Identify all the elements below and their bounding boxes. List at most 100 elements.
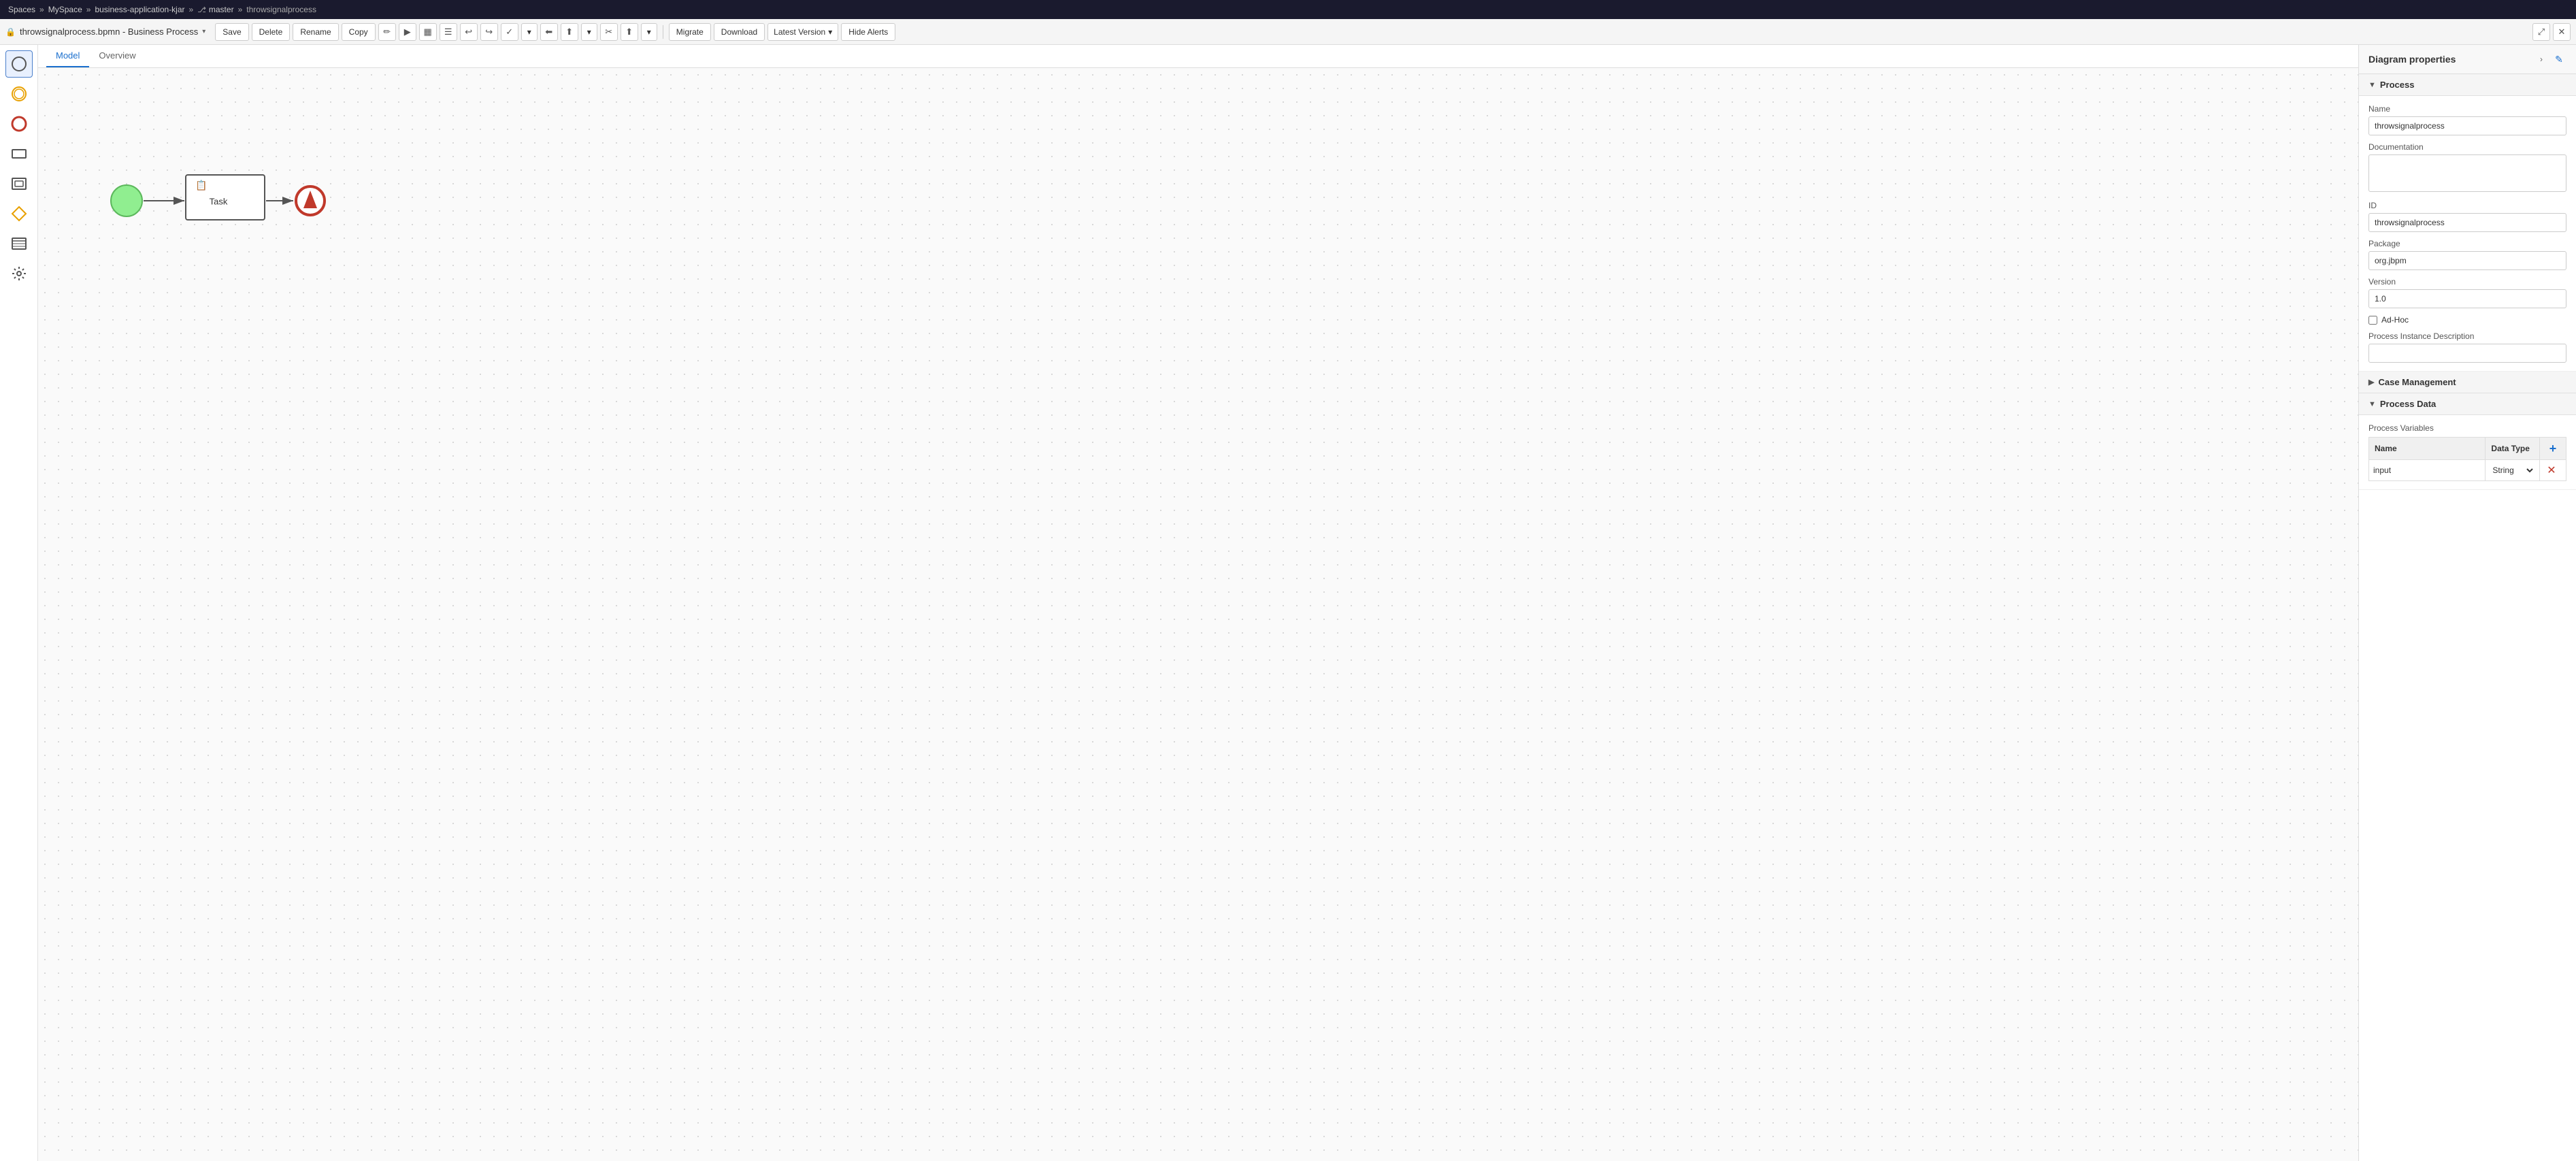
- end-event[interactable]: [293, 184, 327, 218]
- download-button[interactable]: Download: [714, 23, 765, 41]
- id-input[interactable]: [2368, 213, 2566, 232]
- name-input[interactable]: [2368, 116, 2566, 135]
- add-variable-btn[interactable]: +: [2545, 441, 2560, 456]
- canvas-svg: [38, 68, 2358, 1161]
- more-dropdown-btn[interactable]: ▾: [641, 23, 657, 41]
- version-label: Version: [2368, 277, 2566, 287]
- data-tool[interactable]: [5, 230, 33, 257]
- pv-name-cell: [2369, 460, 2486, 481]
- process-variables-table: Name Data Type + String: [2368, 437, 2566, 481]
- documentation-textarea[interactable]: [2368, 154, 2566, 192]
- pv-type-cell: String Integer Boolean Float Object: [2486, 460, 2540, 481]
- pencil-icon-btn[interactable]: ✏: [378, 23, 396, 41]
- tabs-bar: Model Overview: [38, 45, 2358, 68]
- process-variables-label: Process Variables: [2368, 423, 2566, 433]
- nav-current: throwsignalprocess: [246, 5, 316, 14]
- documentation-label: Documentation: [2368, 142, 2566, 152]
- case-management-section-header[interactable]: ▶ Case Management: [2359, 372, 2576, 393]
- copy-button[interactable]: Copy: [342, 23, 376, 41]
- check-icon-btn[interactable]: ✓: [501, 23, 518, 41]
- forward-icon-btn[interactable]: ⬆: [561, 23, 578, 41]
- main-layout: Model Overview: [0, 45, 2576, 1161]
- start-event[interactable]: [110, 184, 144, 218]
- back-icon-btn[interactable]: ⬅: [540, 23, 558, 41]
- bpmn-canvas[interactable]: 📋 Task: [38, 68, 2358, 1161]
- rename-button[interactable]: Rename: [293, 23, 338, 41]
- nav-project[interactable]: business-application-kjar: [95, 5, 184, 14]
- panel-header: Diagram properties › ✎: [2359, 45, 2576, 74]
- latest-version-arrow: ▾: [828, 27, 832, 37]
- close-icon-btn[interactable]: ✕: [2553, 23, 2571, 41]
- process-data-section-header[interactable]: ▼ Process Data: [2359, 393, 2576, 415]
- svg-text:📋: 📋: [195, 180, 207, 191]
- left-sidebar: [0, 45, 38, 1161]
- latest-version-btn[interactable]: Latest Version ▾: [767, 23, 838, 41]
- pv-type-select[interactable]: String Integer Boolean Float Object: [2490, 465, 2535, 476]
- adhoc-label: Ad-Hoc: [2381, 315, 2409, 325]
- toolbar: 🔒 throwsignalprocess.bpmn - Business Pro…: [0, 19, 2576, 45]
- process-instance-desc-input[interactable]: [2368, 344, 2566, 363]
- name-label: Name: [2368, 104, 2566, 114]
- tab-overview[interactable]: Overview: [89, 45, 145, 67]
- id-label: ID: [2368, 201, 2566, 210]
- save-button[interactable]: Save: [215, 23, 248, 41]
- process-section-label: Process: [2380, 80, 2415, 90]
- canvas-area: Model Overview: [38, 45, 2358, 1161]
- subprocess-tool[interactable]: [5, 170, 33, 197]
- migrate-button[interactable]: Migrate: [669, 23, 711, 41]
- process-chevron: ▼: [2368, 81, 2376, 89]
- adhoc-row: Ad-Hoc: [2368, 315, 2566, 325]
- latest-version-label: Latest Version: [774, 27, 825, 37]
- panel-edit-btn[interactable]: ✎: [2552, 52, 2566, 67]
- delete-button[interactable]: Delete: [252, 23, 291, 41]
- task-tool[interactable]: [5, 140, 33, 167]
- file-title: 🔒 throwsignalprocess.bpmn - Business Pro…: [5, 27, 205, 37]
- package-input[interactable]: [2368, 251, 2566, 270]
- redo-icon-btn[interactable]: ↪: [480, 23, 498, 41]
- pv-name-input[interactable]: [2373, 465, 2481, 475]
- forward-dropdown-btn[interactable]: ▾: [581, 23, 597, 41]
- gateway-tool[interactable]: [5, 200, 33, 227]
- title-dropdown-icon[interactable]: ▾: [202, 28, 205, 35]
- tab-model[interactable]: Model: [46, 45, 89, 67]
- list-icon-btn[interactable]: ☰: [440, 23, 457, 41]
- process-data-label: Process Data: [2380, 399, 2436, 409]
- nav-branch[interactable]: master: [209, 5, 234, 14]
- nav-myspace[interactable]: MySpace: [48, 5, 82, 14]
- breadcrumb-nav: Spaces » MySpace » business-application-…: [0, 0, 2576, 19]
- check-dropdown-btn[interactable]: ▾: [521, 23, 538, 41]
- settings-tool[interactable]: [5, 260, 33, 287]
- lock-icon: 🔒: [5, 27, 16, 37]
- table-row: String Integer Boolean Float Object ✕: [2369, 460, 2566, 481]
- delete-variable-btn[interactable]: ✕: [2544, 463, 2559, 478]
- process-data-section-content: Process Variables Name Data Type +: [2359, 415, 2576, 490]
- intermediate-event-tool[interactable]: [5, 80, 33, 108]
- case-chevron: ▶: [2368, 378, 2374, 387]
- start-event-tool[interactable]: [5, 50, 33, 78]
- panel-icons: › ✎: [2534, 52, 2566, 67]
- case-management-label: Case Management: [2378, 377, 2456, 387]
- adhoc-checkbox[interactable]: [2368, 316, 2377, 325]
- svg-text:Task: Task: [210, 196, 228, 206]
- end-event-tool[interactable]: [5, 110, 33, 137]
- process-instance-desc-label: Process Instance Description: [2368, 331, 2566, 341]
- nav-spaces[interactable]: Spaces: [8, 5, 35, 14]
- play-icon-btn[interactable]: ▶: [399, 23, 416, 41]
- undo-icon-btn[interactable]: ↩: [460, 23, 478, 41]
- panel-expand-btn[interactable]: ›: [2534, 52, 2549, 67]
- pv-delete-cell: ✕: [2540, 460, 2566, 481]
- package-label: Package: [2368, 239, 2566, 248]
- pv-type-header: Data Type: [2486, 438, 2540, 460]
- branch-icon: ⎇: [197, 5, 206, 14]
- grid-icon-btn[interactable]: ▦: [419, 23, 437, 41]
- right-panel: Diagram properties › ✎ ▼ Process Name Do…: [2358, 45, 2576, 1161]
- hide-alerts-button[interactable]: Hide Alerts: [841, 23, 895, 41]
- cut-icon-btn[interactable]: ✂: [600, 23, 618, 41]
- process-section-header[interactable]: ▼ Process: [2359, 74, 2576, 96]
- up-icon-btn[interactable]: ⬆: [621, 23, 638, 41]
- expand-icon-btn[interactable]: ⤢: [2532, 23, 2550, 41]
- version-input[interactable]: [2368, 289, 2566, 308]
- pv-action-header: +: [2540, 438, 2566, 460]
- file-name: throwsignalprocess.bpmn - Business Proce…: [20, 27, 198, 37]
- task-element[interactable]: 📋 Task: [184, 174, 266, 221]
